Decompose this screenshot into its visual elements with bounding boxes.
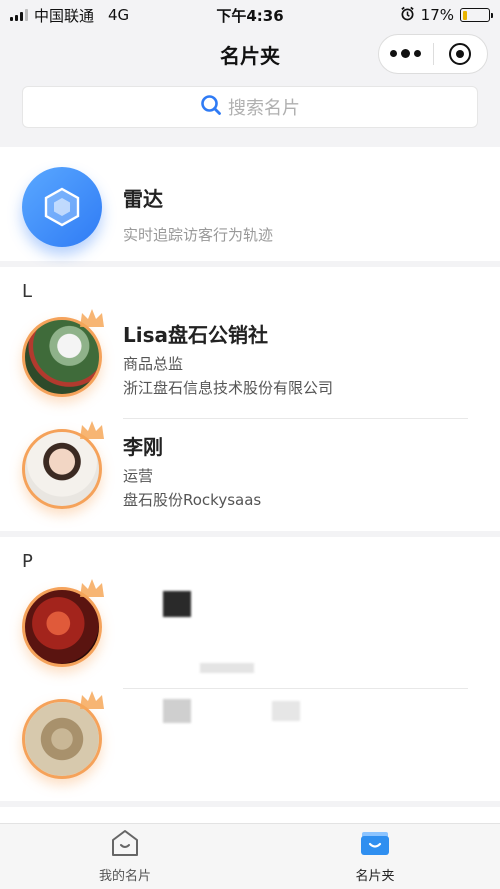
home-card-icon: [110, 829, 140, 861]
search-input[interactable]: 搜索名片: [22, 86, 478, 128]
tab-label: 我的名片: [98, 869, 151, 884]
avatar: [22, 421, 104, 509]
crown-icon: [80, 691, 104, 709]
avatar: [22, 579, 104, 667]
crown-icon: [80, 421, 104, 439]
signal-icon: [10, 9, 28, 21]
contact-company: 盘石股份Rockysaas: [123, 491, 262, 509]
contact-item[interactable]: [0, 577, 500, 689]
battery-icon: [460, 8, 493, 22]
radar-title: 雷达: [123, 187, 163, 211]
crown-icon: [80, 309, 104, 327]
avatar: [22, 309, 104, 397]
tab-my-card[interactable]: 我的名片: [0, 824, 250, 889]
tab-bar: 我的名片 名片夹: [0, 823, 500, 889]
contact-company: 浙江盘石信息技术股份有限公司: [123, 379, 334, 397]
radar-description: 实时追踪访客行为轨迹: [123, 226, 274, 244]
carrier-label: 中国联通: [34, 6, 95, 25]
network-label: 4G: [108, 6, 130, 24]
radar-icon: [22, 167, 102, 247]
section-l: L Lisa盘石公销社 商品总监 浙江盘石信息技术股份有限公司 李刚 运营 盘石…: [0, 267, 500, 531]
contact-name: 李刚: [123, 435, 163, 459]
redacted-block: [272, 701, 300, 721]
section-letter: L: [22, 281, 33, 302]
more-dots-icon[interactable]: [379, 49, 433, 58]
redacted-block: [200, 663, 254, 673]
contact-item[interactable]: Lisa盘石公销社 商品总监 浙江盘石信息技术股份有限公司: [0, 307, 500, 419]
redacted-block: [163, 591, 191, 617]
section-s: S: [0, 807, 500, 823]
search-placeholder: 搜索名片: [228, 98, 300, 119]
section-letter: S: [0, 807, 500, 823]
radar-entry[interactable]: 雷达 实时追踪访客行为轨迹: [0, 147, 500, 261]
section-letter: P: [22, 551, 33, 572]
status-bar: 中国联通 4G 下午4:36 17%: [0, 0, 500, 30]
search-icon: [200, 94, 222, 120]
contact-role: 商品总监: [123, 355, 184, 373]
miniprogram-capsule: [378, 34, 488, 74]
crown-icon: [80, 579, 104, 597]
close-miniprogram-button[interactable]: [434, 43, 488, 65]
tab-label: 名片夹: [355, 869, 395, 884]
contact-role: 运营: [123, 467, 154, 485]
card-holder-icon: [359, 829, 391, 861]
target-circle-icon: [449, 43, 472, 65]
contact-item[interactable]: [0, 689, 500, 801]
nav-bar: 名片夹: [0, 30, 500, 78]
contact-name: Lisa盘石公销社: [123, 323, 268, 347]
tab-card-holder[interactable]: 名片夹: [250, 824, 500, 889]
card-list[interactable]: 雷达 实时追踪访客行为轨迹 L Lisa盘石公销社 商品总监 浙江盘石信息技术股…: [0, 147, 500, 823]
redacted-block: [163, 699, 191, 723]
page-title: 名片夹: [220, 43, 280, 68]
battery-percent: 17%: [420, 6, 454, 24]
alarm-icon: [400, 6, 415, 25]
section-p: P: [0, 537, 500, 801]
contact-item[interactable]: 李刚 运营 盘石股份Rockysaas: [0, 419, 500, 531]
avatar: [22, 691, 104, 779]
